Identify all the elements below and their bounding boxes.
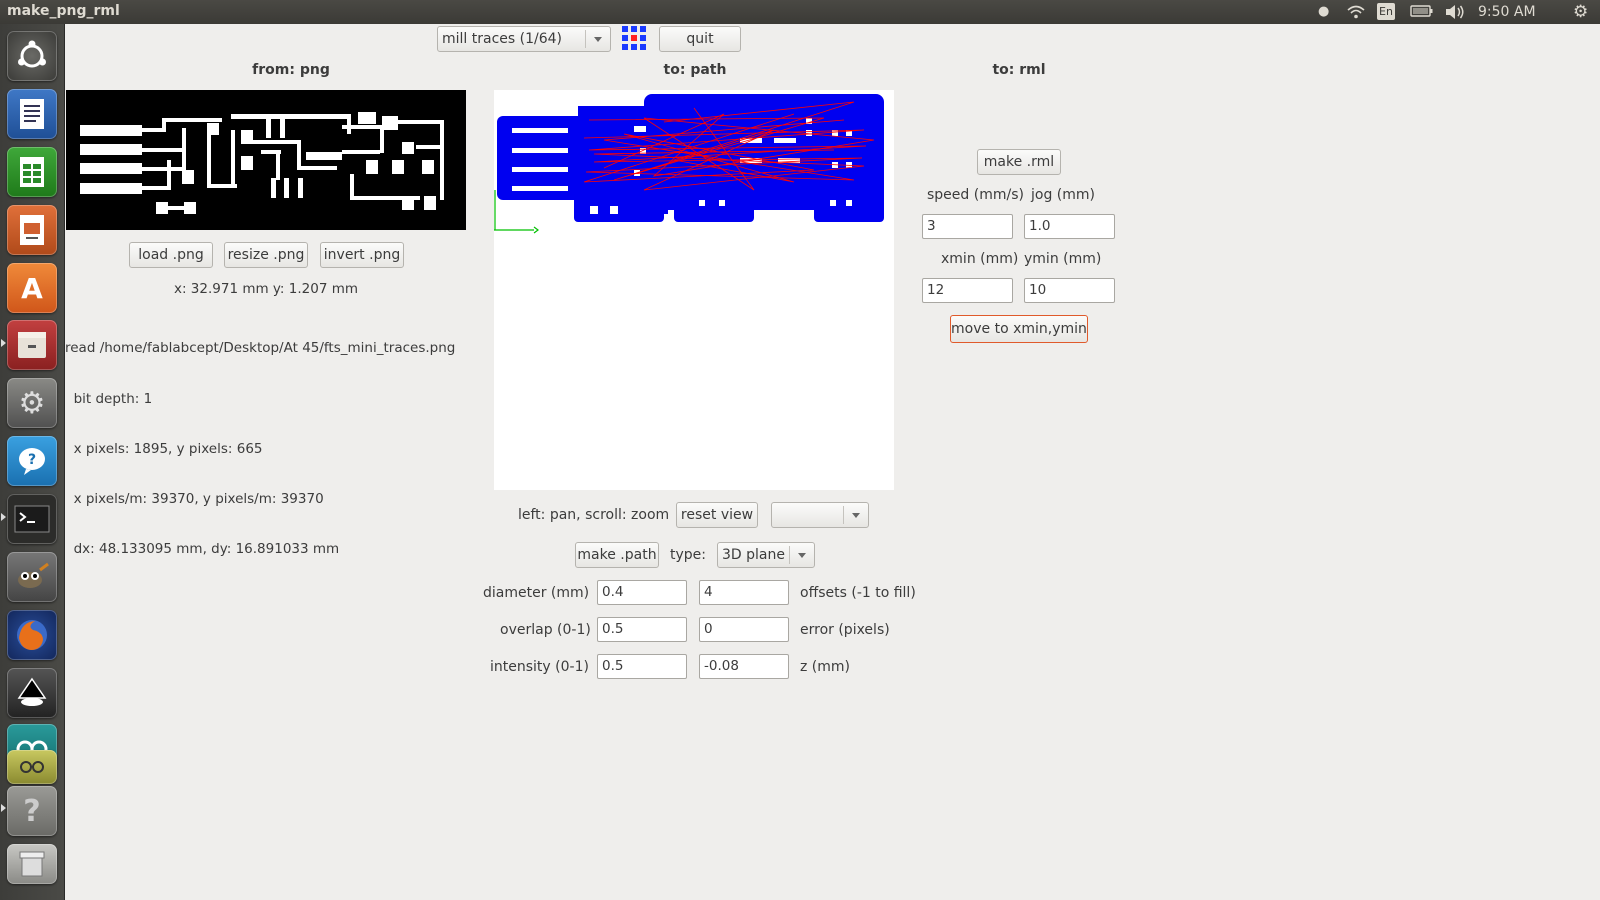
chevron-down-icon (798, 553, 806, 558)
png-info-line: dx: 48.133095 mm, dy: 16.891033 mm (65, 540, 340, 557)
png-info-line: x pixels/m: 39370, y pixels/m: 39370 (65, 490, 324, 507)
load-png-button[interactable]: load .png (129, 242, 213, 268)
calc-icon[interactable] (7, 147, 57, 197)
intensity-input[interactable]: 0.5 (597, 654, 687, 679)
fab-logo-icon (622, 26, 646, 50)
gimp-icon[interactable] (7, 552, 57, 602)
reset-view-button[interactable]: reset view (676, 502, 758, 528)
diameter-input[interactable]: 0.4 (597, 580, 687, 605)
mode-select[interactable]: mill traces (1/64) (437, 26, 611, 52)
path-panel-header: to: path (663, 62, 727, 78)
intensity-label: intensity (0-1) (490, 659, 589, 675)
png-info-line: bit depth: 1 (65, 390, 153, 407)
type-select-value: 3D plane (722, 547, 785, 563)
view-hint: left: pan, scroll: zoom (518, 507, 670, 523)
ymin-label: ymin (mm) (1024, 251, 1102, 267)
chevron-down-icon (852, 513, 860, 518)
software-center-icon[interactable]: A (7, 263, 57, 313)
impress-icon[interactable] (7, 205, 57, 255)
dash-home-icon[interactable] (7, 31, 57, 81)
help-icon[interactable]: ? (7, 786, 57, 836)
overlap-input[interactable]: 0.5 (597, 617, 687, 642)
launcher: A ⚙ ? ? (0, 24, 65, 900)
invert-png-button[interactable]: invert .png (320, 242, 404, 268)
resize-png-button[interactable]: resize .png (224, 242, 308, 268)
error-input[interactable]: 0 (699, 617, 789, 642)
offsets-input[interactable]: 4 (699, 580, 789, 605)
mode-select-value: mill traces (1/64) (442, 31, 562, 47)
error-label: error (pixels) (800, 622, 890, 638)
xmin-label: xmin (mm) (941, 251, 1019, 267)
view-select[interactable] (771, 502, 869, 528)
png-panel-header: from: png (252, 62, 330, 78)
path-canvas[interactable] (494, 90, 894, 490)
make-rml-button[interactable]: make .rml (977, 149, 1061, 175)
z-label: z (mm) (800, 659, 850, 675)
png-info-line: x pixels: 1895, y pixels: 665 (65, 440, 263, 457)
volume-icon[interactable] (1444, 4, 1466, 24)
make-path-button[interactable]: make .path (575, 542, 659, 568)
diameter-label: diameter (mm) (483, 585, 590, 601)
xmin-input[interactable]: 12 (922, 278, 1013, 303)
quit-button[interactable]: quit (659, 26, 741, 52)
running-indicator (1, 339, 6, 347)
cursor-readout: x: 32.971 mm y: 1.207 mm (173, 281, 359, 297)
speed-label: speed (mm/s) (927, 187, 1024, 203)
arduino-secondary-icon[interactable] (7, 750, 57, 784)
z-input[interactable]: -0.08 (699, 654, 789, 679)
running-indicator (1, 513, 6, 521)
move-to-xmin-ymin-button[interactable]: move to xmin,ymin (950, 315, 1088, 343)
keyboard-layout-indicator[interactable]: En (1377, 3, 1395, 20)
speed-input[interactable]: 3 (922, 214, 1013, 239)
ymin-input[interactable]: 10 (1024, 278, 1115, 303)
trash-icon[interactable] (7, 844, 57, 884)
battery-icon[interactable] (1410, 4, 1434, 22)
pcb-traces-image (80, 112, 444, 214)
jog-input[interactable]: 1.0 (1024, 214, 1115, 239)
jog-label: jog (mm) (1031, 187, 1095, 203)
png-info-line: read /home/fablabcept/Desktop/At 45/fts_… (65, 340, 456, 357)
top-panel: make_png_rml ● En 9:50 AM ⚙ (0, 0, 1600, 24)
window-title: make_png_rml (7, 3, 120, 19)
rml-panel-header: to: rml (992, 62, 1046, 78)
type-label: type: (670, 547, 706, 563)
offsets-label: offsets (-1 to fill) (800, 585, 916, 601)
type-select[interactable]: 3D plane (717, 542, 815, 568)
clock[interactable]: 9:50 AM (1478, 4, 1536, 20)
svg-text:?: ? (28, 452, 36, 468)
terminal-icon[interactable] (7, 494, 57, 544)
overlap-label: overlap (0-1) (500, 622, 591, 638)
writer-icon[interactable] (7, 89, 57, 139)
png-info-text: read /home/fablabcept/Desktop/At 45/fts_… (65, 307, 455, 574)
files-icon[interactable] (7, 320, 57, 370)
chevron-down-icon (594, 37, 602, 42)
firefox-icon[interactable] (7, 610, 57, 660)
gear-icon[interactable]: ⚙ (1573, 2, 1588, 22)
inkscape-icon[interactable] (7, 668, 57, 718)
help-chat-icon[interactable]: ? (7, 436, 57, 486)
toolpath-preview (494, 94, 884, 234)
sync-icon[interactable]: ● (1318, 4, 1329, 19)
running-indicator (1, 804, 6, 812)
wifi-icon[interactable] (1346, 4, 1366, 24)
png-preview[interactable] (66, 90, 466, 230)
system-settings-icon[interactable]: ⚙ (7, 378, 57, 428)
